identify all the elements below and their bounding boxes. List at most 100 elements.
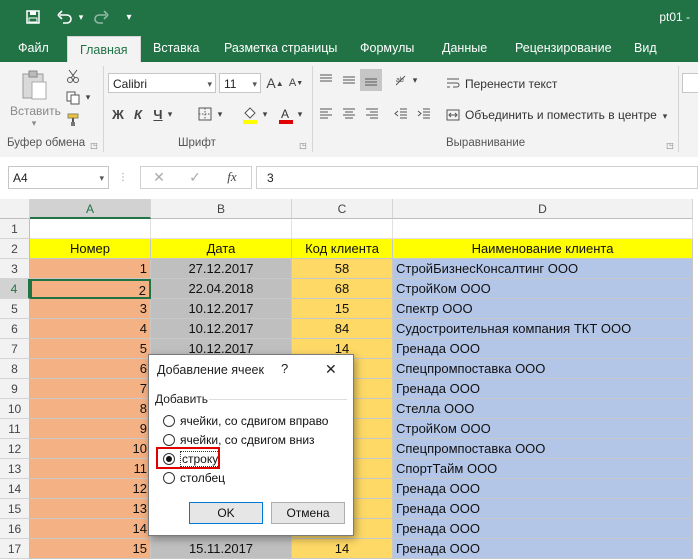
cell-a[interactable]: 6 [30,359,151,379]
row-header[interactable]: 17 [0,539,30,559]
row-header[interactable]: 11 [0,419,30,439]
row-header[interactable]: 13 [0,459,30,479]
radio-shift-right[interactable] [163,415,175,427]
format-painter-icon[interactable] [62,110,84,130]
row-header[interactable]: 5 [0,299,30,319]
tab-insert[interactable]: Вставка [153,34,199,62]
cell-a[interactable]: 4 [30,319,151,339]
cell-a[interactable] [30,219,151,239]
row-header[interactable]: 15 [0,499,30,519]
cell-d[interactable]: СпортТайм ООО [393,459,693,479]
decrease-font-icon[interactable]: A ▼ [287,73,305,93]
column-header-c[interactable]: C [292,199,393,219]
help-button[interactable]: ? [281,361,288,376]
row-header[interactable]: 12 [0,439,30,459]
align-middle-icon[interactable] [339,70,359,90]
align-bottom-icon[interactable] [360,69,382,91]
cell-c[interactable]: Код клиента [292,239,393,259]
font-color-icon[interactable]: A [277,104,295,126]
save-icon[interactable] [22,6,44,28]
underline-button[interactable]: Ч [150,104,166,124]
tab-formulas[interactable]: Формулы [360,34,414,62]
column-header-b[interactable]: B [151,199,292,219]
cell-c[interactable]: 15 [292,299,393,319]
wrap-text-icon[interactable] [444,74,462,92]
borders-dropdown-icon[interactable]: ▾ [216,108,224,120]
cell-d[interactable]: СтройБизнесКонсалтинг ООО [393,259,693,279]
cell-c[interactable]: 68 [292,279,393,299]
tab-page-layout[interactable]: Разметка страницы [224,34,337,62]
merge-center-button[interactable]: Объединить и поместить в центре [465,108,657,122]
ok-button[interactable]: OK [189,502,263,524]
decrease-indent-icon[interactable] [391,104,411,124]
customize-icon[interactable]: ▾ [122,6,136,28]
row-header[interactable]: 2 [0,239,30,259]
fill-color-dropdown-icon[interactable]: ▾ [261,108,269,120]
alignment-launcher-icon[interactable]: ◳ [665,140,675,150]
select-all-corner[interactable] [0,199,30,219]
clipboard-launcher-icon[interactable]: ◳ [89,140,99,150]
increase-font-icon[interactable]: A ▲ [266,73,284,93]
increase-indent-icon[interactable] [414,104,434,124]
close-icon[interactable]: ✕ [325,361,337,378]
redo-icon[interactable] [90,6,112,28]
cancel-formula-icon[interactable]: ✕ [150,167,168,187]
name-box[interactable]: A4 ▾ [8,166,109,189]
cell-a[interactable]: 15 [30,539,151,559]
row-header[interactable]: 9 [0,379,30,399]
copy-icon[interactable] [62,88,84,108]
cell-d[interactable]: Судостроительная компания ТКТ ООО [393,319,693,339]
bold-button[interactable]: Ж [110,104,126,124]
borders-icon[interactable] [195,104,215,124]
row-header[interactable]: 8 [0,359,30,379]
italic-button[interactable]: К [130,104,146,124]
cell-a[interactable]: 3 [30,299,151,319]
merge-center-icon[interactable] [444,106,462,124]
cell-d[interactable]: СтройКом ООО [393,419,693,439]
cell-a[interactable]: 12 [30,479,151,499]
row-header[interactable]: 6 [0,319,30,339]
cell-d[interactable]: Стелла ООО [393,399,693,419]
cell-b[interactable]: 10.12.2017 [151,319,292,339]
cell-a[interactable]: 5 [30,339,151,359]
cell-d[interactable]: Гренада ООО [393,539,693,559]
merge-dropdown-icon[interactable]: ▾ [660,110,670,122]
font-color-dropdown-icon[interactable]: ▾ [296,108,304,120]
orientation-icon[interactable]: ab [391,70,411,90]
insert-function-button[interactable]: fx [222,167,242,187]
font-size-box[interactable]: 11 ▾ [219,73,261,93]
cell-b[interactable] [151,219,292,239]
row-header[interactable]: 1 [0,219,30,239]
cell-a[interactable]: 10 [30,439,151,459]
cell-c[interactable]: 14 [292,539,393,559]
cell-d[interactable]: Гренада ООО [393,479,693,499]
row-header[interactable]: 7 [0,339,30,359]
tab-home[interactable]: Главная [67,36,141,63]
confirm-formula-icon[interactable]: ✓ [186,167,204,187]
cell-b[interactable]: Дата [151,239,292,259]
chevron-down-icon[interactable]: ▾ [99,167,104,189]
row-header[interactable]: 10 [0,399,30,419]
align-right-icon[interactable] [362,104,382,124]
cell-d[interactable]: Спектр ООО [393,299,693,319]
cell-a[interactable]: Номер [30,239,151,259]
undo-icon[interactable] [54,6,76,28]
tab-data[interactable]: Данные [442,34,487,62]
chevron-down-icon[interactable]: ▾ [252,74,257,94]
cell-d[interactable]: Гренада ООО [393,379,693,399]
cell-d[interactable]: Гренада ООО [393,499,693,519]
paste-button-label[interactable]: Вставить [10,104,61,118]
tab-review[interactable]: Рецензирование [515,34,612,62]
row-header[interactable]: 14 [0,479,30,499]
more-options-icon[interactable]: ⋮ [118,166,128,189]
chevron-down-icon[interactable]: ▾ [207,74,212,94]
cell-b[interactable]: 15.11.2017 [151,539,292,559]
orientation-dropdown-icon[interactable]: ▾ [411,74,419,86]
font-name-box[interactable]: Calibri ▾ [108,73,216,93]
tab-file[interactable]: Файл [18,34,49,62]
cell-a[interactable]: 14 [30,519,151,539]
underline-dropdown-icon[interactable]: ▾ [166,108,174,120]
cell-c[interactable]: 58 [292,259,393,279]
column-header-d[interactable]: D [393,199,693,219]
option-entire-column[interactable]: столбец [163,469,225,487]
